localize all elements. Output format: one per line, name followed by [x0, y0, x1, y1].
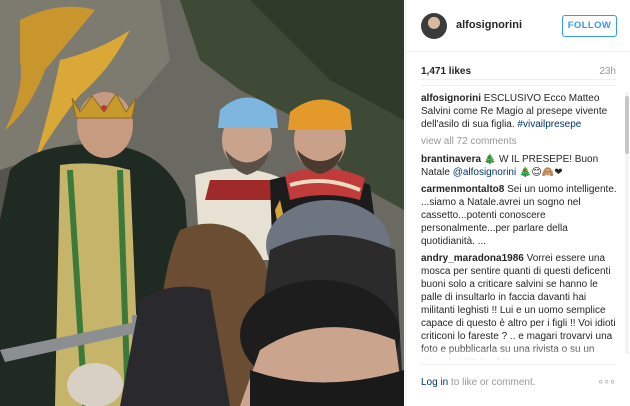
post-header: alfosignorini FOLLOW — [406, 0, 630, 52]
comments-scrollbar-thumb[interactable] — [625, 96, 629, 154]
profile-avatar[interactable] — [421, 13, 447, 39]
comment-item: brantinavera 🎄 W IL PRESEPE! Buon Natale… — [421, 153, 617, 179]
divider — [421, 85, 616, 86]
comment-username[interactable]: brantinavera — [421, 154, 481, 165]
header-username[interactable]: alfosignorini — [456, 19, 522, 31]
comment-item: carmenmontalto8 Sei un uomo intelligente… — [421, 183, 617, 248]
login-prompt-text: to like or comment. — [448, 377, 536, 388]
comment-mention[interactable]: @alfosignorini — [453, 167, 517, 178]
more-options-icon[interactable]: ◦◦◦ — [598, 373, 616, 389]
likes-count[interactable]: 1,471 likes — [421, 66, 471, 77]
comments-fade — [421, 345, 617, 361]
login-link[interactable]: Log in — [421, 377, 448, 388]
comment-username[interactable]: carmenmontalto8 — [421, 184, 504, 195]
caption-hashtag[interactable]: #vivailpresepe — [517, 119, 581, 130]
comment-username[interactable]: andry_maradona1986 — [421, 253, 524, 264]
comments-list[interactable]: alfosignorini ESCLUSIVO Ecco Matteo Salv… — [421, 92, 617, 360]
caption-username[interactable]: alfosignorini — [421, 93, 481, 104]
post-footer: Log in to like or comment. ◦◦◦ — [421, 364, 616, 394]
comment-item: andry_maradona1986 Vorrei essere una mos… — [421, 252, 617, 360]
follow-button[interactable]: FOLLOW — [562, 15, 617, 37]
post-time[interactable]: 23h — [599, 66, 616, 77]
nativity-scene-image — [0, 0, 404, 406]
post-sidebar: alfosignorini FOLLOW 1,471 likes 23h alf… — [405, 0, 630, 406]
comment-text-emoji: 🎄😊🙈❤ — [516, 167, 563, 178]
likes-row: 1,471 likes 23h — [421, 66, 616, 80]
login-prompt: Log in to like or comment. — [421, 377, 536, 388]
caption: alfosignorini ESCLUSIVO Ecco Matteo Salv… — [421, 92, 617, 131]
view-all-comments-link[interactable]: view all 72 comments — [421, 135, 617, 148]
comment-text: Vorrei essere una mosca per sentire quan… — [421, 253, 616, 360]
post-photo[interactable] — [0, 0, 404, 406]
